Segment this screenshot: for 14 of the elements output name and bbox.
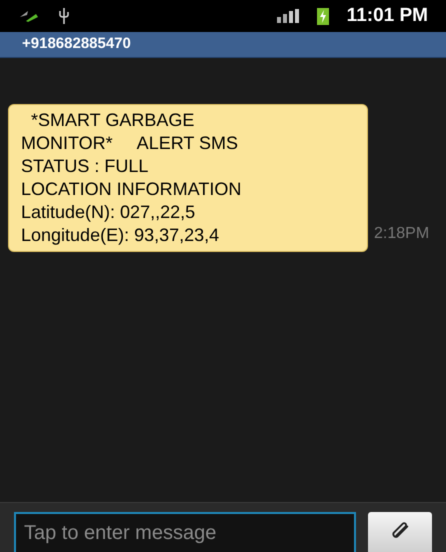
usb-icon xyxy=(58,7,70,25)
message-time: 2:18PM xyxy=(374,224,430,244)
message-line: STATUS : FULL xyxy=(21,155,150,178)
attach-button[interactable] xyxy=(368,512,432,552)
signal-icon xyxy=(276,9,299,23)
message-line: Longitude(E): 93,37,23,4 xyxy=(21,224,220,247)
battery-charging-icon xyxy=(316,7,329,25)
clock-text: 11:01 PM xyxy=(346,4,428,28)
message-input[interactable]: Tap to enter message xyxy=(14,512,356,552)
message-line: *SMART GARBAGE xyxy=(30,109,196,132)
message-line: Latitude(N): 027,,22,5 xyxy=(21,201,196,224)
message-line: LOCATION INFORMATION xyxy=(21,178,242,201)
message-line: MONITOR* ALERT SMS xyxy=(21,132,240,155)
contact-number: +918682885470 xyxy=(22,34,131,54)
